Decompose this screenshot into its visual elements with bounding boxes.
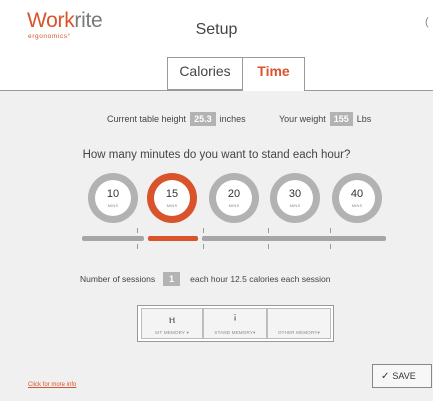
option-unit: MINS: [166, 203, 178, 208]
slider-tick: [203, 228, 204, 233]
stand-person-icon: ꜟ: [233, 312, 237, 326]
weight-row: Your weight 155 Lbs: [279, 112, 371, 126]
stand-memory-button[interactable]: ꜟ STAND MEMORY▾: [203, 308, 267, 339]
tab-calories[interactable]: Calories: [167, 57, 243, 90]
option-15-mins[interactable]: 15 MINS: [147, 173, 197, 223]
slider-tick: [203, 244, 204, 249]
slider-tick: [330, 244, 331, 249]
memory-panel: ⲏ SIT MEMORY ▾ ꜟ STAND MEMORY▾ OTHER MEM…: [137, 305, 334, 342]
tab-time[interactable]: Time: [242, 57, 305, 91]
slider-tick: [330, 228, 331, 233]
option-unit: MINS: [107, 203, 119, 208]
app-header: Workrite ergonomics° Setup (: [0, 0, 433, 57]
sessions-value[interactable]: 1: [163, 272, 181, 286]
other-memory-label: OTHER MEMORY: [277, 330, 318, 335]
save-button[interactable]: ✓ SAVE: [372, 364, 432, 388]
option-value: 30: [288, 188, 302, 200]
more-info-link[interactable]: Click for more info: [28, 382, 76, 388]
weight-unit: Lbs: [356, 114, 372, 124]
slider-tick: [268, 228, 269, 233]
page-title: Setup: [195, 21, 238, 38]
slider-tick: [268, 244, 269, 249]
option-unit: MINS: [289, 203, 301, 208]
tab-bar: Calories Time: [0, 57, 433, 91]
slider-tick: [137, 228, 138, 233]
option-unit: MINS: [351, 203, 363, 208]
slider-track-right[interactable]: [202, 236, 386, 241]
gear-icon[interactable]: (: [425, 16, 429, 28]
table-height-value[interactable]: 25.3: [190, 112, 216, 126]
option-value: 15: [165, 188, 179, 200]
weight-value[interactable]: 155: [329, 112, 353, 126]
stand-question: How many minutes do you want to stand ea…: [82, 149, 351, 161]
caret-down-icon: ▾: [253, 330, 256, 335]
check-icon: ✓: [381, 371, 390, 382]
sit-memory-label: SIT MEMORY: [154, 330, 186, 335]
option-20-mins[interactable]: 20 MINS: [209, 173, 259, 223]
sessions-each-hour: each hour: [190, 274, 228, 284]
other-memory-button[interactable]: OTHER MEMORY▾: [267, 308, 331, 339]
slider-track-active[interactable]: [148, 236, 198, 241]
slider-tick: [137, 244, 138, 249]
slider-track-left[interactable]: [82, 236, 144, 241]
calories-label: calories each session: [249, 274, 331, 284]
option-unit: MINS: [228, 203, 240, 208]
weight-label: Your weight: [279, 114, 326, 124]
table-height-label: Current table height: [107, 114, 187, 124]
sessions-row: Number of sessions 1 each hour 12.5 calori…: [80, 272, 331, 286]
save-label: SAVE: [392, 371, 416, 381]
sessions-label: Number of sessions: [80, 274, 156, 284]
caret-down-icon: ▾: [317, 330, 321, 335]
main-panel: Current table height 25.3 inches Your weig…: [0, 91, 433, 401]
option-30-mins[interactable]: 30 MINS: [270, 173, 320, 223]
table-height-unit: inches: [219, 114, 246, 124]
sit-person-icon: ⲏ: [168, 312, 176, 326]
calories-value: 12.5: [230, 274, 247, 284]
table-height-row: Current table height 25.3 inches: [107, 112, 246, 126]
option-value: 10: [106, 188, 120, 200]
caret-down-icon: ▾: [186, 330, 190, 335]
sit-memory-button[interactable]: ⲏ SIT MEMORY ▾: [141, 308, 203, 339]
option-value: 20: [227, 188, 241, 200]
option-value: 40: [350, 188, 364, 200]
option-40-mins[interactable]: 40 MINS: [332, 173, 382, 223]
stand-memory-label: STAND MEMORY: [214, 330, 254, 335]
option-10-mins[interactable]: 10 MINS: [88, 173, 138, 223]
